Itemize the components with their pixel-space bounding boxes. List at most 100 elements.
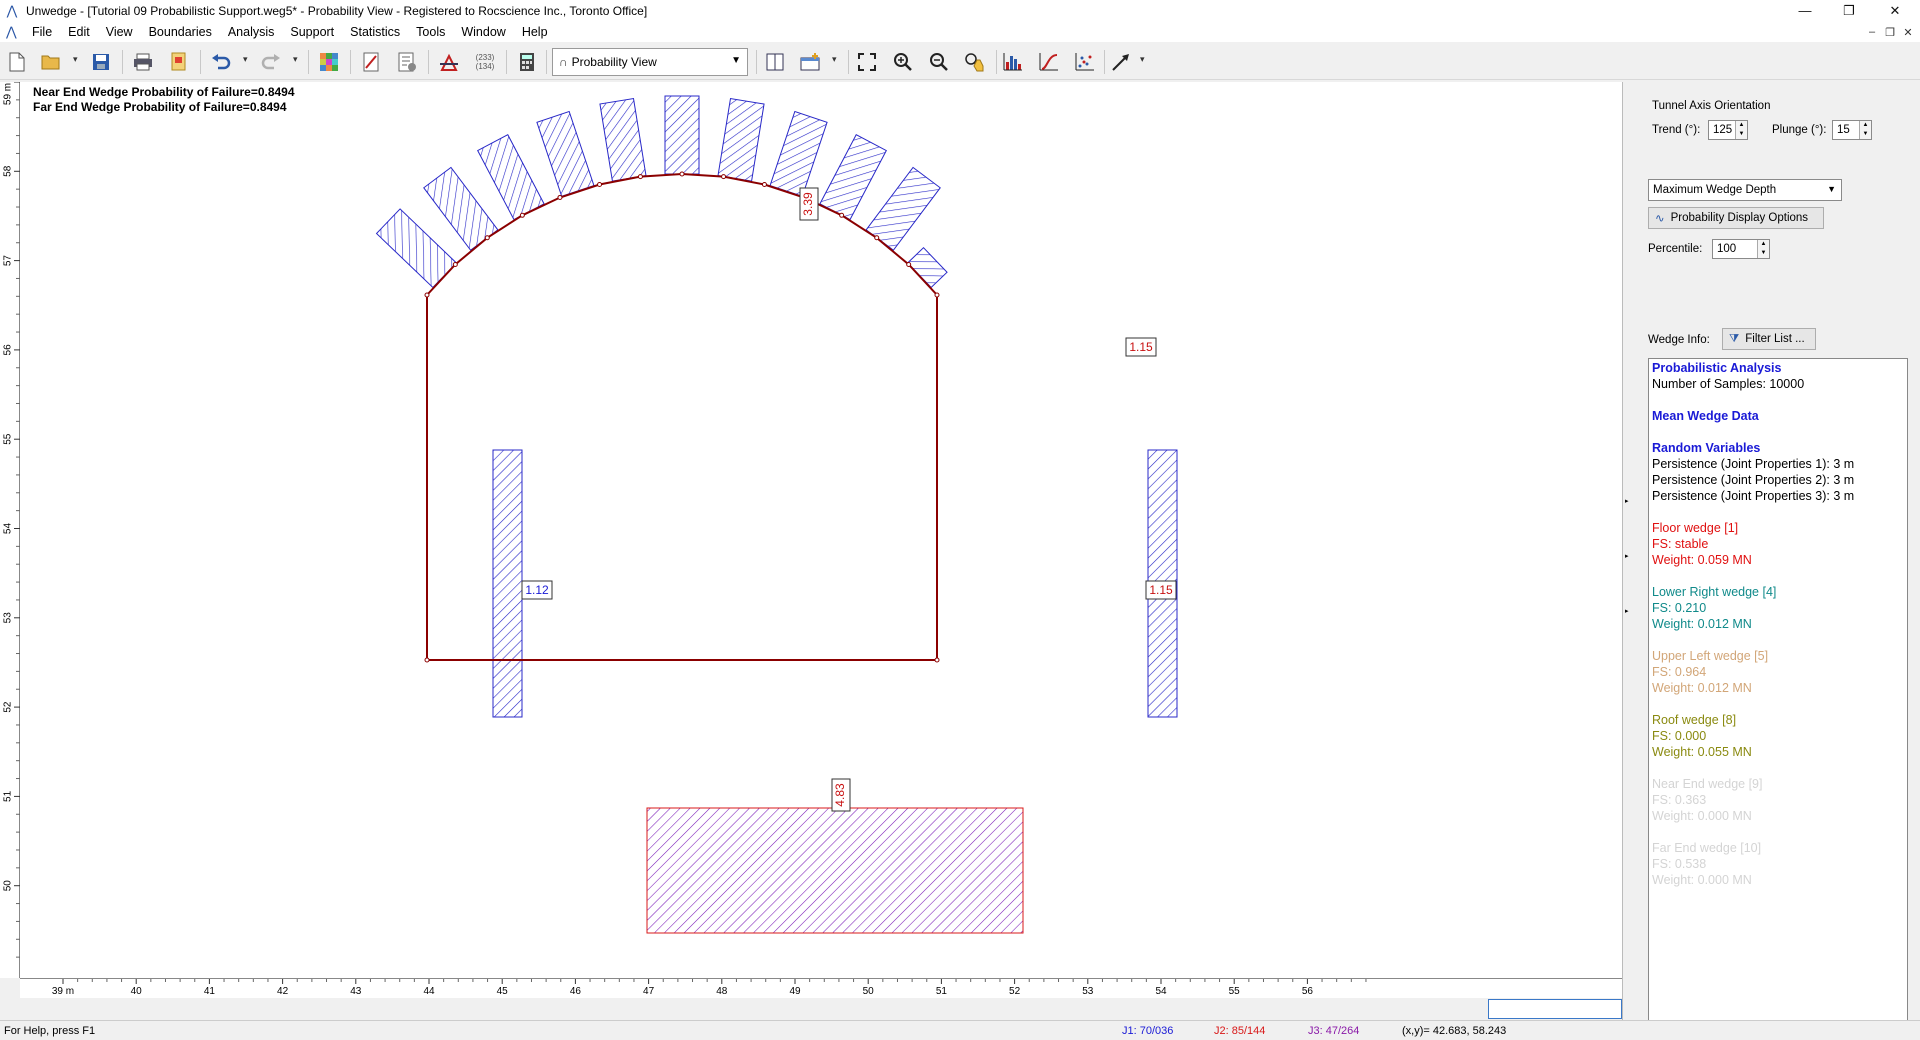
open-dropdown-icon[interactable]: ▾ — [73, 54, 78, 65]
spinner-arrows-icon[interactable]: ▲ ▼ — [1757, 240, 1769, 258]
mdi-minimize-button[interactable]: – — [1864, 26, 1880, 38]
boundary-vertex[interactable] — [557, 194, 563, 200]
percentile-spinner[interactable]: 100 ▲ ▼ — [1712, 239, 1770, 259]
boundary-vertex[interactable] — [721, 174, 727, 180]
menu-file[interactable]: File — [24, 22, 60, 42]
edit-icon[interactable] — [358, 49, 384, 75]
mdi-restore-button[interactable]: ❐ — [1882, 26, 1898, 39]
splitter-arrow-icon[interactable]: ▸ — [1625, 607, 1629, 615]
minimize-button[interactable]: — — [1782, 0, 1828, 22]
pan-icon[interactable] — [962, 49, 988, 75]
spinner-arrows-icon[interactable]: ▲ ▼ — [1859, 121, 1871, 139]
boundary-vertex[interactable] — [874, 235, 880, 241]
menu-help[interactable]: Help — [514, 22, 556, 42]
boundary-vertex[interactable] — [906, 261, 912, 267]
add-view-icon[interactable] — [798, 49, 824, 75]
mdi-close-button[interactable]: ✕ — [1900, 26, 1916, 39]
plunge-spinner[interactable]: 15 ▲ ▼ — [1832, 120, 1872, 140]
cumulative-icon[interactable] — [1036, 49, 1062, 75]
help-text: For Help, press F1 — [4, 1025, 96, 1037]
boundary-vertex[interactable] — [761, 181, 767, 187]
compute-icon[interactable] — [436, 49, 462, 75]
split-view-icon[interactable] — [762, 49, 788, 75]
boundary-vertex[interactable] — [484, 235, 490, 241]
zoom-all-icon[interactable] — [854, 49, 880, 75]
redo-dropdown-icon[interactable]: ▾ — [293, 54, 298, 65]
menu-window[interactable]: Window — [453, 22, 513, 42]
roof-wedge-block[interactable] — [906, 246, 948, 289]
boundary-vertex[interactable] — [839, 212, 845, 218]
properties-icon[interactable] — [394, 49, 420, 75]
menu-edit[interactable]: Edit — [60, 22, 98, 42]
splitter-arrow-icon[interactable]: ▸ — [1625, 497, 1629, 505]
boundary-vertex[interactable] — [519, 212, 525, 218]
scatter-icon[interactable] — [1072, 49, 1098, 75]
add-view-dropdown-icon[interactable]: ▾ — [832, 54, 837, 65]
roof-wedge-block[interactable] — [599, 98, 647, 182]
menu-analysis[interactable]: Analysis — [220, 22, 283, 42]
boundary-vertex[interactable] — [679, 171, 685, 177]
display-mode-select[interactable]: Maximum Wedge Depth ▼ — [1648, 179, 1842, 201]
arrow-dropdown-icon[interactable]: ▾ — [1140, 54, 1145, 65]
export-icon[interactable] — [166, 49, 192, 75]
boundary-vertex[interactable] — [637, 174, 643, 180]
panel-splitter[interactable]: ▸ ▸ ▸ — [1622, 82, 1634, 1040]
boundary-vertex[interactable] — [597, 181, 603, 187]
roof-wedge-block[interactable] — [819, 134, 887, 221]
tunnel-drawing: 3.39 1.15 1.12 1.15 4.83 — [375, 95, 1178, 934]
menu-view[interactable]: View — [98, 22, 141, 42]
wedge-weight: Weight: 0.055 MN — [1652, 745, 1752, 759]
menu-tools[interactable]: Tools — [408, 22, 453, 42]
percentile-label: Percentile: — [1648, 243, 1703, 255]
save-icon[interactable] — [88, 49, 114, 75]
splitter-arrow-icon[interactable]: ▸ — [1625, 552, 1629, 560]
view-selector[interactable]: ∩ Probability View ▼ — [552, 48, 748, 76]
roof-wedge-block[interactable] — [664, 95, 700, 175]
menu-statistics[interactable]: Statistics — [342, 22, 408, 42]
undo-dropdown-icon[interactable]: ▾ — [243, 54, 248, 65]
boundary-vertex[interactable] — [934, 292, 940, 298]
histogram-icon[interactable] — [1000, 49, 1026, 75]
zoom-out-icon[interactable] — [926, 49, 952, 75]
open-folder-icon[interactable] — [38, 49, 64, 75]
coordinate-input[interactable] — [1488, 999, 1622, 1019]
arrow-tool-icon[interactable] — [1108, 49, 1134, 75]
calculator-icon[interactable] — [514, 49, 540, 75]
redo-icon[interactable] — [258, 49, 284, 75]
wedge-fs: FS: 0.964 — [1652, 665, 1707, 679]
joint-3-orientation: J3: 47/264 — [1308, 1025, 1360, 1037]
upper-right-wedge-label: 1.15 — [1125, 337, 1157, 357]
roof-wedge-block[interactable] — [769, 110, 828, 197]
number-of-samples: Number of Samples: 10000 — [1652, 377, 1805, 391]
ruler-label: 45 — [497, 986, 509, 997]
boundary-vertex[interactable] — [934, 657, 940, 663]
view-selector-value: Probability View — [571, 55, 657, 69]
left-wall-wedge[interactable] — [492, 449, 523, 718]
boundary-vertex[interactable] — [424, 657, 430, 663]
undo-icon[interactable] — [208, 49, 234, 75]
spinner-arrows-icon[interactable]: ▲ ▼ — [1735, 121, 1747, 139]
wedge-info-panel[interactable]: Probabilistic Analysis Number of Samples… — [1648, 358, 1908, 1022]
boundary-vertex[interactable] — [452, 261, 458, 267]
doc-logo-icon: ⋀ — [6, 24, 17, 39]
roof-wedge-block[interactable] — [477, 134, 545, 221]
roof-wedge-block[interactable] — [536, 110, 595, 197]
menu-boundaries[interactable]: Boundaries — [141, 22, 220, 42]
drawing-canvas[interactable]: 3.39 1.15 1.12 1.15 4.83 — [20, 82, 1622, 978]
zoom-in-icon[interactable] — [890, 49, 916, 75]
floor-wedge[interactable] — [646, 807, 1024, 934]
filter-list-button[interactable]: ⧩ Filter List ... — [1722, 328, 1816, 350]
restore-button[interactable]: ❐ — [1826, 0, 1872, 22]
color-grid-icon[interactable] — [316, 49, 342, 75]
menu-support[interactable]: Support — [282, 22, 342, 42]
new-file-icon[interactable] — [4, 49, 30, 75]
boundary-vertex[interactable] — [424, 292, 430, 298]
close-button[interactable]: ✕ — [1872, 0, 1918, 22]
trend-spinner[interactable]: 125 ▲ ▼ — [1708, 120, 1748, 140]
probability-display-options-button[interactable]: ∿ Probability Display Options — [1648, 207, 1824, 229]
ruler-label: 44 — [423, 986, 435, 997]
svg-text:1.15: 1.15 — [1149, 583, 1173, 597]
print-icon[interactable] — [130, 49, 156, 75]
statistics-icon[interactable]: (233) (134) — [472, 49, 498, 75]
roof-wedge-block[interactable] — [717, 98, 765, 182]
